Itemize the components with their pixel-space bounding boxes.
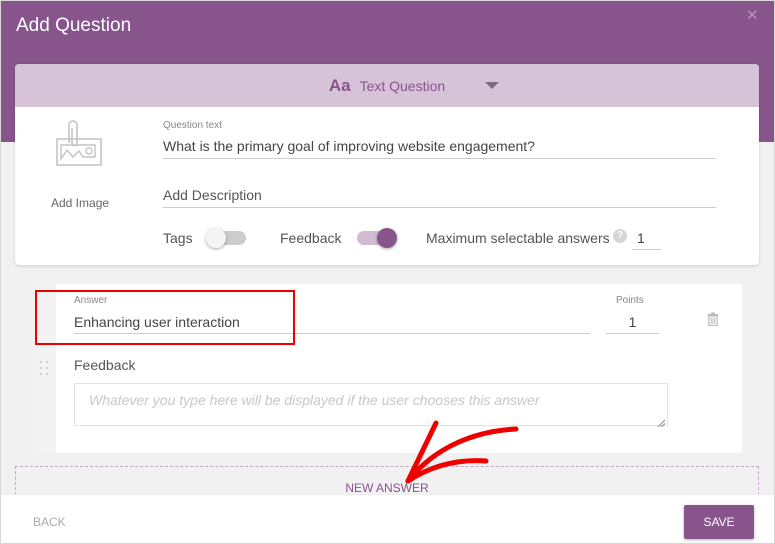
text-type-icon: Aa (328, 75, 351, 95)
question-type-label: Text Question (359, 77, 446, 94)
answer-card: Answer Points Feedback (33, 284, 742, 453)
question-type-dropdown[interactable]: Aa Text Question (15, 64, 759, 107)
feedback-toggle-label: Feedback (280, 230, 342, 246)
chevron-down-icon (485, 82, 499, 89)
trash-icon[interactable] (707, 312, 719, 327)
drag-handle[interactable] (33, 284, 56, 453)
answer-feedback-textarea[interactable] (74, 383, 668, 426)
answer-input[interactable] (74, 310, 590, 334)
save-button[interactable]: SAVE (684, 505, 754, 539)
dialog-footer: BACK SAVE (1, 494, 774, 543)
tags-label: Tags (163, 230, 193, 246)
back-button[interactable]: BACK (33, 515, 66, 529)
help-icon[interactable]: ? (613, 229, 627, 243)
points-input[interactable] (606, 310, 659, 334)
answer-label: Answer (74, 295, 108, 306)
answer-feedback-label: Feedback (74, 357, 136, 373)
max-answers-label: Maximum selectable answers (426, 230, 610, 246)
description-input[interactable] (163, 182, 716, 208)
image-attachment-icon[interactable] (51, 119, 111, 174)
points-label: Points (616, 295, 644, 306)
add-question-dialog: Add Question ✕ Aa Text Question Add Imag… (0, 0, 775, 544)
add-image-label[interactable]: Add Image (51, 196, 109, 210)
close-icon[interactable]: ✕ (746, 6, 759, 24)
drag-dots-icon (40, 361, 50, 377)
scrollbar[interactable] (761, 1, 774, 543)
tags-toggle[interactable] (206, 228, 246, 248)
dialog-title: Add Question (16, 15, 132, 36)
question-card: Aa Text Question Add Image Question text… (15, 64, 759, 265)
resize-grip-icon[interactable] (657, 415, 666, 428)
question-text-label: Question text (163, 120, 222, 131)
feedback-toggle[interactable] (357, 228, 397, 248)
question-text-input[interactable] (163, 134, 716, 159)
max-answers-input[interactable] (632, 226, 661, 250)
